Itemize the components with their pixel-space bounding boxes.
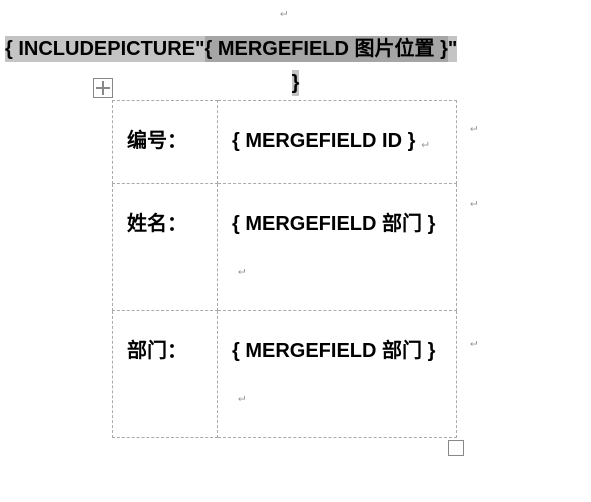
cell-value-dept[interactable]: { MERGEFIELD 部门 }↵ — [218, 311, 457, 438]
include-picture-field-close: } — [0, 72, 591, 95]
paragraph-mark: ↵ — [470, 120, 477, 134]
table-row: 姓名： { MERGEFIELD 部门 }↵ — [113, 184, 457, 311]
table-row: 编号： { MERGEFIELD ID }↵ — [113, 101, 457, 184]
field-outer-suffix-2: } — [292, 70, 300, 96]
field-outer-prefix: { INCLUDEPICTURE" — [5, 36, 205, 62]
paragraph-mark: ↵ — [280, 5, 287, 19]
include-picture-field: { INCLUDEPICTURE"{ MERGEFIELD 图片位置 }" — [5, 35, 586, 63]
field-outer-suffix-1: " — [448, 36, 457, 62]
paragraph-mark: ↵ — [470, 335, 477, 349]
cell-label-name[interactable]: 姓名： — [113, 184, 218, 311]
cell-label-id[interactable]: 编号： — [113, 101, 218, 184]
table-row: 部门： { MERGEFIELD 部门 }↵ — [113, 311, 457, 438]
cell-value-name[interactable]: { MERGEFIELD 部门 }↵ — [218, 184, 457, 311]
paragraph-mark: ↵ — [470, 195, 477, 209]
cell-label-dept[interactable]: 部门： — [113, 311, 218, 438]
cell-value-id[interactable]: { MERGEFIELD ID }↵ — [218, 101, 457, 184]
field-inner-mergefield: { MERGEFIELD 图片位置 } — [205, 36, 448, 62]
merge-fields-table: 编号： { MERGEFIELD ID }↵ 姓名： { MERGEFIELD … — [112, 100, 457, 438]
table-resize-handle-icon[interactable] — [448, 440, 464, 456]
table-anchor-icon[interactable] — [93, 78, 113, 98]
